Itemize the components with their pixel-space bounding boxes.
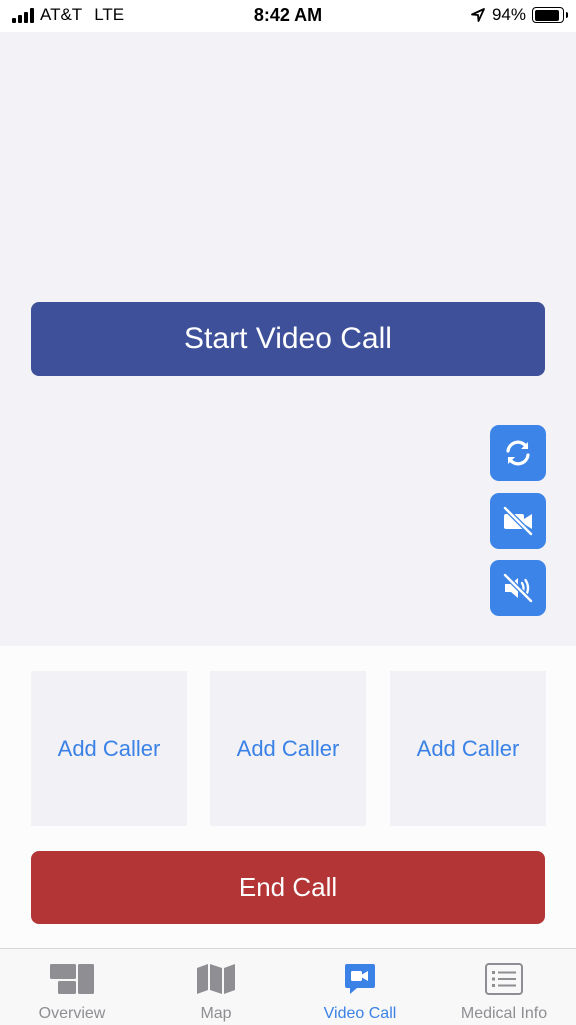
- status-bar: AT&T LTE 8:42 AM 94%: [0, 0, 576, 32]
- network-type: LTE: [94, 5, 125, 24]
- add-caller-slot-2[interactable]: Add Caller: [210, 671, 366, 826]
- tab-video-call-label: Video Call: [323, 1005, 397, 1022]
- overview-icon: [50, 964, 94, 994]
- start-video-call-button[interactable]: Start Video Call: [31, 302, 545, 376]
- add-caller-slot-1[interactable]: Add Caller: [31, 671, 187, 826]
- status-left: AT&T LTE: [12, 5, 124, 25]
- tab-map[interactable]: Map: [144, 949, 288, 1025]
- tab-map-label: Map: [200, 1005, 232, 1022]
- tab-medical-info[interactable]: Medical Info: [432, 949, 576, 1025]
- signal-strength-icon: [12, 7, 34, 23]
- carrier-name: AT&T: [40, 5, 83, 24]
- battery-percent: 94%: [491, 5, 526, 24]
- video-call-icon: [345, 964, 375, 994]
- status-right: 94%: [470, 5, 568, 25]
- tab-video-call[interactable]: Video Call: [288, 949, 432, 1025]
- location-arrow-icon: [471, 8, 485, 22]
- add-caller-slot-3[interactable]: Add Caller: [390, 671, 546, 826]
- camera-switch-icon: [506, 440, 530, 466]
- speaker-mute-icon: [502, 572, 534, 604]
- video-off-icon: [502, 505, 534, 537]
- mute-button[interactable]: [490, 560, 546, 616]
- switch-camera-button[interactable]: [490, 425, 546, 481]
- tab-overview-label: Overview: [38, 1005, 106, 1022]
- medical-info-icon: [485, 963, 523, 995]
- end-call-button[interactable]: End Call: [31, 851, 545, 924]
- tab-overview[interactable]: Overview: [0, 949, 144, 1025]
- tab-medical-info-label: Medical Info: [460, 1005, 548, 1022]
- battery-icon: [532, 7, 568, 23]
- map-icon: [197, 964, 235, 994]
- tab-bar: Overview Map Video Call Medical Info: [0, 948, 576, 1025]
- video-toggle-button[interactable]: [490, 493, 546, 549]
